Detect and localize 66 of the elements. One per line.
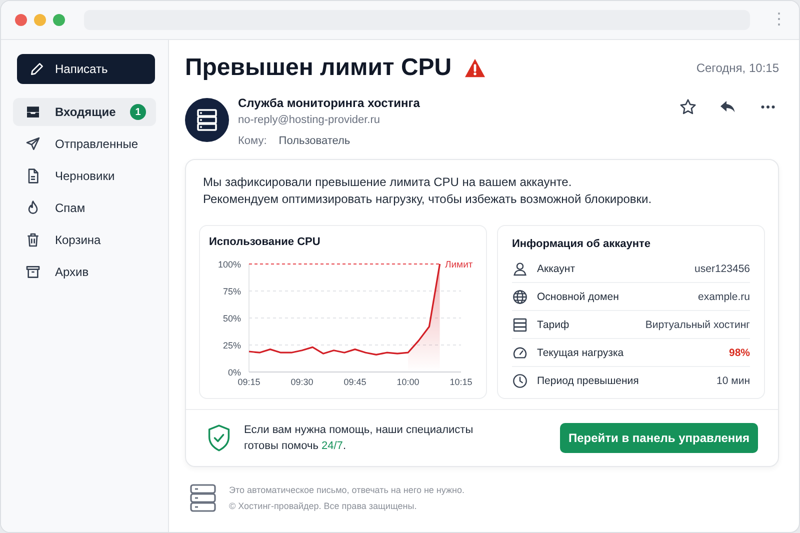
y-tick-label: 25% <box>222 340 241 350</box>
account-title: Информация об аккаунте <box>512 238 652 250</box>
clock-icon <box>512 372 528 388</box>
folder-item[interactable]: Черновики <box>13 162 156 190</box>
y-tick-label: 0% <box>228 368 241 378</box>
control-panel-button[interactable]: Перейти в панель управления <box>560 423 758 453</box>
account-field-label: Аккаунт <box>537 262 576 274</box>
chart-title: Использование CPU <box>209 236 322 248</box>
account-field-value: Виртуальный хостинг <box>645 318 750 330</box>
folder-item[interactable]: Корзина <box>13 226 156 254</box>
unread-count: 1 <box>130 104 146 120</box>
star-icon[interactable] <box>679 98 697 116</box>
folder-label: Архив <box>55 265 90 279</box>
globe-icon <box>512 288 528 304</box>
pencil-icon <box>29 61 45 77</box>
user-icon <box>512 260 528 276</box>
inbox-icon <box>25 104 41 120</box>
send-icon <box>25 136 41 152</box>
recipient-label: Кому: <box>238 135 267 147</box>
folder-item[interactable]: Отправленные <box>13 130 156 158</box>
folder-item[interactable]: Спам <box>13 194 156 222</box>
warning-icon <box>464 58 486 78</box>
x-tick-label: 09:45 <box>344 377 366 386</box>
folder-item[interactable]: Входящие 1 <box>13 98 156 126</box>
account-field-value: example.ru <box>698 290 750 302</box>
server-icon <box>512 316 528 332</box>
folder-label: Корзина <box>55 233 102 247</box>
x-tick-label: 09:30 <box>290 377 314 386</box>
email-subject: Превышен лимит CPU <box>185 54 452 82</box>
footer-text: © Хостинг-провайдер. Все права защищены. <box>229 501 418 511</box>
shield-check-icon <box>206 424 232 452</box>
account-field-value: user123456 <box>694 262 750 274</box>
maximize-window-icon[interactable] <box>53 14 65 26</box>
email-date: Сегодня, 10:15 <box>696 61 779 75</box>
folder-label: Отправленные <box>55 137 140 151</box>
y-tick-label: 75% <box>222 286 241 296</box>
server-avatar-icon <box>185 98 229 142</box>
folder-item[interactable]: Архив <box>13 258 156 286</box>
folder-label: Спам <box>55 201 86 215</box>
archive-icon <box>25 264 41 280</box>
x-tick-label: 10:00 <box>396 377 420 386</box>
account-field-label: Период превышения <box>537 374 640 386</box>
footer-text: Это автоматическое письмо, отвечать на него не нужно. <box>229 485 464 495</box>
y-tick-label: 50% <box>222 314 241 324</box>
y-tick-label: 100% <box>218 260 241 270</box>
limit-label: Лимит <box>445 260 473 270</box>
account-field-label: Основной домен <box>537 290 620 302</box>
minimize-window-icon[interactable] <box>34 14 46 26</box>
account-field-label: Текущая нагрузка <box>537 346 625 358</box>
sender-email: no-reply@hosting-provider.ru <box>238 114 382 126</box>
help-text: Если вам нужна помощь, наши специалисты готовы помочь 24/7. <box>244 423 474 454</box>
x-tick-label: 10:15 <box>450 377 472 386</box>
account-field-value: 98% <box>728 346 750 358</box>
sender-name: Служба мониторинга хостинга <box>238 96 421 110</box>
server-icon <box>189 483 217 513</box>
account-field-value: 10 мин <box>716 374 750 386</box>
folder-label: Входящие <box>55 105 116 119</box>
close-window-icon[interactable] <box>15 14 27 26</box>
folder-label: Черновики <box>55 169 116 183</box>
recipient-name: Пользователь <box>278 135 350 147</box>
gauge-icon <box>512 344 528 360</box>
compose-button[interactable]: Написать <box>17 54 155 84</box>
account-field-label: Тариф <box>537 318 570 330</box>
x-tick-label: 09:15 <box>238 377 260 386</box>
message-text: Мы зафиксировали превышение лимита CPU на вашем аккаунте. Рекомендуем оптимизировать нагрузку, чтобы избежать возможной блокировки. <box>203 174 653 208</box>
trash-icon <box>25 232 41 248</box>
